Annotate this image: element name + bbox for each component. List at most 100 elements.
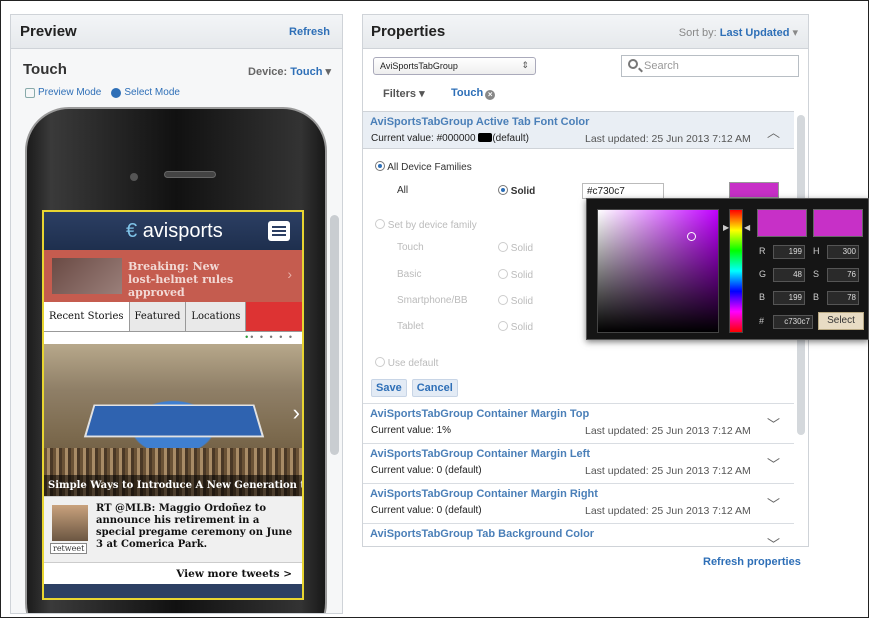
color-picker-swatch[interactable] [729, 182, 779, 198]
red-field[interactable]: R 199 [759, 245, 805, 259]
select-mode-option[interactable]: Select Mode [111, 87, 180, 98]
carousel-dots[interactable]: •• • • • • [44, 332, 302, 344]
tab-featured[interactable]: Featured [129, 302, 187, 331]
speaker-icon [164, 171, 216, 178]
tab-locations[interactable]: Locations [186, 302, 247, 331]
chevron-down-icon[interactable]: ﹀ [767, 534, 780, 546]
select-mode-label: Select Mode [124, 87, 180, 98]
preview-header: Preview Refresh [11, 15, 342, 49]
close-icon[interactable]: × [485, 90, 496, 100]
property-tab-background-color[interactable]: AviSportsTabGroup Tab Background Color ﹀ [363, 523, 794, 546]
radio-icon [375, 357, 385, 367]
menu-icon[interactable] [268, 221, 290, 241]
family-smartphone-label: Smartphone/BB [397, 295, 468, 306]
radio-icon [498, 269, 508, 279]
property-name: AviSportsTabGroup Container Margin Left [370, 448, 591, 460]
property-container-margin-left[interactable]: AviSportsTabGroup Container Margin Left … [363, 443, 794, 483]
component-select[interactable]: AviSportsTabGroup ⇕ [373, 57, 536, 75]
hex-field[interactable]: # c730c7 [759, 315, 813, 329]
family-tablet-label: Tablet [397, 321, 424, 332]
property-container-margin-right[interactable]: AviSportsTabGroup Container Margin Right… [363, 483, 794, 523]
tab-recent-stories[interactable]: Recent Stories [44, 302, 130, 331]
property-name: AviSportsTabGroup Container Margin Right [370, 488, 598, 500]
properties-title: Properties [371, 23, 446, 40]
saturation-value-area[interactable] [597, 209, 719, 333]
color-swatch [478, 133, 493, 142]
sort-value: Last Updated [719, 27, 790, 39]
preview-title: Preview [20, 23, 77, 40]
color-picker-popup: ▶ ◀ R 199 H 300 G 48 S 76 B 199 B 78 # c730c7 S… [586, 198, 869, 340]
select-arrow-icon: ⇕ [521, 60, 529, 70]
filters-dropdown[interactable]: Filters ▾ [383, 87, 425, 100]
tab-group: Recent Stories Featured Locations [44, 302, 302, 332]
solid-option-basic[interactable]: Solid [498, 269, 533, 281]
tab-filler [246, 302, 302, 331]
property-current-value: Current value: #000000 (default) [371, 133, 529, 144]
property-name: AviSportsTabGroup Tab Background Color [370, 528, 595, 540]
property-updated: Last updated: 25 Jun 2013 7:12 AM [585, 465, 751, 477]
hex-color-input[interactable]: #c730c7 [582, 183, 664, 199]
hue-slider[interactable] [729, 209, 743, 333]
photo-caption: Simple Ways to Introduce A New Generatio… [44, 475, 302, 496]
device-value: Touch [290, 66, 323, 78]
property-container-margin-top[interactable]: AviSportsTabGroup Container Margin Top C… [363, 403, 794, 443]
saturation-field[interactable]: S 76 [813, 268, 859, 282]
current-color-swatch [813, 209, 863, 237]
chevron-down-icon[interactable]: ﹀ [767, 454, 780, 473]
radio-icon [498, 295, 508, 305]
brightness-field[interactable]: B 78 [813, 291, 859, 305]
use-default-option[interactable]: Use default [375, 357, 438, 369]
family-touch-label: Touch [397, 242, 424, 253]
blue-field[interactable]: B 199 [759, 291, 805, 305]
cancel-button[interactable]: Cancel [411, 379, 458, 397]
radio-icon [375, 161, 385, 171]
preview-scrollbar[interactable] [330, 215, 339, 455]
tennis-court-image [83, 404, 265, 438]
breaking-banner[interactable]: Breaking: New lost-helmet rules approved… [44, 250, 302, 302]
save-button[interactable]: Save [371, 379, 407, 397]
radio-icon [375, 219, 385, 229]
property-updated: Last updated: 25 Jun 2013 7:12 AM [585, 133, 751, 145]
editor-actions: Save Cancel [371, 379, 458, 397]
preview-mode-option[interactable]: Preview Mode [25, 87, 101, 98]
green-field[interactable]: G 48 [759, 268, 805, 282]
solid-option-smartphone[interactable]: Solid [498, 295, 533, 307]
filter-chip-touch[interactable]: Touch × [451, 87, 496, 100]
device-title: Touch [23, 61, 67, 78]
property-updated: Last updated: 25 Jun 2013 7:12 AM [585, 505, 751, 517]
chevron-right-icon[interactable]: › [293, 400, 300, 426]
view-more-tweets-link[interactable]: View more tweets > [44, 562, 302, 584]
property-current-value: Current value: 1% [371, 425, 452, 436]
property-current-value: Current value: 0 (default) [371, 505, 482, 516]
chevron-down-icon[interactable]: ﹀ [767, 414, 780, 433]
property-name: AviSportsTabGroup Active Tab Font Color [370, 116, 590, 128]
all-device-families-option[interactable]: All Device Families [375, 161, 472, 173]
refresh-properties-link[interactable]: Refresh properties [703, 556, 801, 568]
story-photo[interactable]: › Simple Ways to Introduce A New Generat… [44, 344, 302, 496]
tweet-card[interactable]: retweet RT @MLB: Maggio Ordoñez to annou… [44, 496, 302, 562]
new-color-swatch [757, 209, 807, 237]
solid-option-tablet[interactable]: Solid [498, 321, 533, 333]
property-updated: Last updated: 25 Jun 2013 7:12 AM [585, 425, 751, 437]
radio-icon [498, 185, 508, 195]
sort-dropdown[interactable]: Sort by: Last Updated ▾ [679, 26, 798, 39]
solid-option[interactable]: Solid [498, 185, 535, 197]
chevron-right-icon: › [287, 266, 292, 282]
property-header[interactable]: AviSportsTabGroup Active Tab Font Color … [363, 111, 794, 149]
hue-field[interactable]: H 300 [813, 245, 859, 259]
chevron-down-icon[interactable]: ﹀ [767, 494, 780, 513]
picker-cursor[interactable] [687, 232, 696, 241]
search-input[interactable]: Search [621, 55, 799, 77]
retweet-button[interactable]: retweet [50, 543, 88, 554]
app-footer [44, 584, 302, 598]
device-dropdown[interactable]: Device: Touch ▾ [248, 65, 331, 78]
solid-option-touch[interactable]: Solid [498, 242, 533, 254]
family-basic-label: Basic [397, 269, 422, 280]
select-color-button[interactable]: Select [818, 312, 864, 330]
hue-marker-right-icon: ◀ [744, 223, 751, 232]
chevron-up-icon[interactable]: ︿ [767, 122, 780, 141]
refresh-link[interactable]: Refresh [289, 26, 330, 38]
set-by-family-option[interactable]: Set by device family [375, 219, 477, 231]
mode-switch: Preview Mode Select Mode [25, 87, 180, 98]
radio-icon [498, 242, 508, 252]
